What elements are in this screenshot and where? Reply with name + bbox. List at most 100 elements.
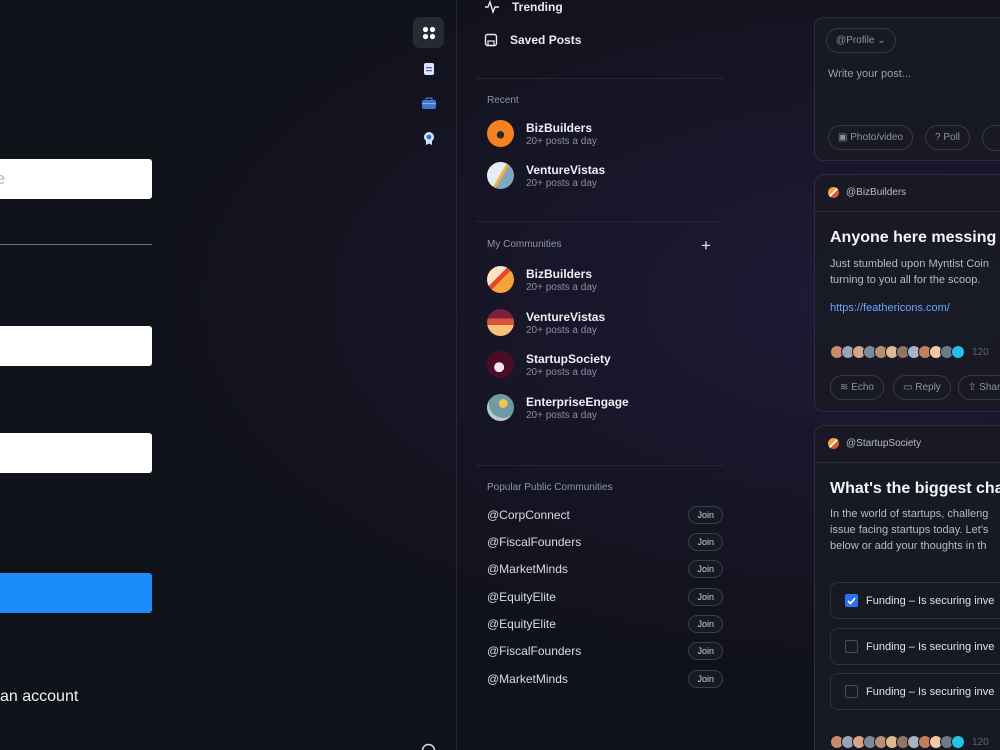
card-separator (815, 211, 1000, 212)
nav-separator (476, 78, 724, 79)
popular-community-row: @MarketMinds Join (487, 560, 723, 578)
wifi-icon (951, 735, 965, 749)
avatar (487, 394, 514, 421)
community-name: VentureVistas (526, 162, 606, 177)
reaction-avatars: 120 (830, 345, 989, 359)
poll-option-label: Funding – Is securing inve (866, 594, 995, 607)
post-card: @BizBuilders Anyone here messing Just st… (814, 174, 1000, 412)
avatar (487, 266, 514, 293)
checkbox-icon[interactable] (845, 685, 858, 698)
grid-icon[interactable] (413, 17, 444, 48)
checkbox-icon[interactable] (845, 640, 858, 653)
join-button[interactable]: Join (688, 670, 723, 688)
badge-icon[interactable] (413, 123, 444, 154)
popular-community-row: @FiscalFounders Join (487, 642, 723, 660)
community-item[interactable]: BizBuilders 20+ posts a day (487, 266, 597, 293)
community-activity: 20+ posts a day (526, 281, 597, 293)
reaction-count: 120 (972, 346, 989, 358)
community-activity: 20+ posts a day (526, 324, 597, 336)
community-name: BizBuilders (526, 120, 593, 135)
share-button[interactable]: ⇧ Shar (958, 375, 1000, 400)
share-icon: ⇧ (968, 382, 977, 393)
add-community-button[interactable]: + (701, 236, 711, 256)
activity-icon (485, 0, 499, 14)
my-communities-title: My Communities (487, 239, 562, 250)
post-title: Anyone here messing (830, 229, 997, 246)
post-body-line: In the world of startups, challeng (830, 508, 989, 520)
reply-button[interactable]: ▭ Reply (893, 375, 951, 400)
avatar (487, 162, 514, 189)
poll-option-label: Funding – Is securing inve (866, 640, 995, 653)
join-button[interactable]: Join (688, 588, 723, 606)
sidebar-nav: Trending Saved Posts Recent BizBuilders 2… (476, 0, 726, 750)
post-author[interactable]: @StartupSociety (828, 438, 921, 449)
community-handle[interactable]: @CorpConnect (487, 508, 570, 522)
community-handle[interactable]: @MarketMinds (487, 672, 568, 686)
post-body-line: issue facing startups today. Let's (830, 524, 989, 536)
community-handle[interactable]: @MarketMinds (487, 562, 568, 576)
save-icon (484, 33, 498, 47)
post-author[interactable]: @BizBuilders (828, 187, 906, 198)
password-field[interactable] (0, 433, 152, 473)
reaction-count: 120 (972, 736, 989, 748)
community-item[interactable]: EnterpriseEngage 20+ posts a day (487, 394, 629, 421)
poll-label: Poll (943, 132, 961, 143)
community-item[interactable]: StartupSociety 20+ posts a day (487, 351, 611, 378)
community-handle[interactable]: @EquityElite (487, 590, 556, 604)
help-circle-icon: ? (935, 132, 941, 143)
post-input[interactable]: Write your post... (828, 68, 911, 80)
checkbox-checked-icon[interactable] (845, 594, 858, 607)
popular-community-row: @EquityElite Join (487, 615, 723, 633)
profile-input[interactable]: le (0, 159, 152, 199)
join-button[interactable]: Join (688, 506, 723, 524)
help-icon[interactable] (413, 735, 444, 750)
document-icon[interactable] (413, 53, 444, 84)
community-item[interactable]: VentureVistas 20+ posts a day (487, 309, 605, 336)
wifi-icon (951, 345, 965, 359)
email-field[interactable] (0, 326, 152, 366)
recent-item[interactable]: BizBuilders 20+ posts a day (487, 120, 597, 147)
signup-link[interactable]: an account (0, 688, 78, 706)
post-body-line: Just stumbled upon Myntist Coin (830, 258, 989, 270)
nav-item-trending[interactable]: Trending (484, 0, 563, 14)
community-activity: 20+ posts a day (526, 135, 597, 147)
echo-button[interactable]: ≋ Echo (830, 375, 884, 400)
poll-option[interactable]: Funding – Is securing inve (830, 582, 1000, 619)
avatar (828, 438, 839, 449)
community-handle[interactable]: @EquityElite (487, 617, 556, 631)
avatar (487, 351, 514, 378)
emoji-button[interactable] (982, 125, 1000, 151)
join-button[interactable]: Join (688, 642, 723, 660)
post-title: What's the biggest cha (830, 480, 1000, 497)
icon-rail (412, 0, 444, 750)
poll-option[interactable]: Funding – Is securing inve (830, 628, 1000, 665)
nav-item-saved-posts[interactable]: Saved Posts (484, 33, 581, 47)
recent-item[interactable]: VentureVistas 20+ posts a day (487, 162, 605, 189)
avatar (828, 187, 839, 198)
join-button[interactable]: Join (688, 615, 723, 633)
signin-panel: le an account (0, 0, 400, 750)
community-handle[interactable]: @FiscalFounders (487, 644, 581, 658)
popular-communities-title: Popular Public Communities (487, 482, 613, 493)
post-link[interactable]: https://feathericons.com/ (830, 302, 950, 314)
post-body-line: below or add your thoughts in th (830, 540, 987, 552)
photo-video-label: Photo/video (850, 132, 904, 143)
join-button[interactable]: Join (688, 533, 723, 551)
briefcase-icon[interactable] (413, 88, 444, 119)
profile-select-value: @Profile (836, 35, 875, 46)
join-button[interactable]: Join (688, 560, 723, 578)
card-separator (815, 462, 1000, 463)
poll-button[interactable]: ? Poll (925, 125, 971, 150)
chevron-down-icon: ⌄ (877, 35, 886, 46)
recent-title: Recent (487, 95, 519, 106)
reaction-avatars: 120 (830, 735, 989, 749)
profile-select[interactable]: @Profile ⌄ (826, 28, 896, 53)
community-handle[interactable]: @FiscalFounders (487, 535, 581, 549)
photo-video-button[interactable]: ▣ Photo/video (828, 125, 914, 150)
community-name: StartupSociety (526, 351, 611, 366)
community-name: EnterpriseEngage (526, 394, 629, 409)
submit-button[interactable] (0, 573, 152, 613)
reply-label: Reply (915, 382, 941, 393)
poll-option[interactable]: Funding – Is securing inve (830, 673, 1000, 710)
poll-option-label: Funding – Is securing inve (866, 685, 995, 698)
